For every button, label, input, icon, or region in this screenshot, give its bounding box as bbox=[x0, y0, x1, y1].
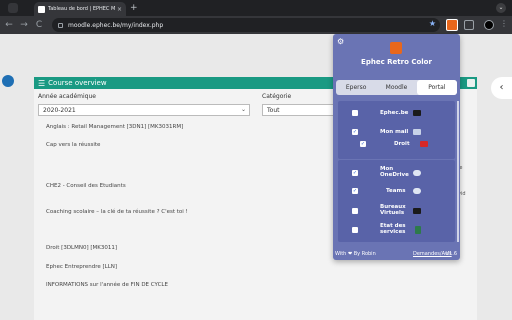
hamburger-icon[interactable]: ☰ bbox=[38, 79, 45, 88]
ephec-logo-icon bbox=[390, 42, 402, 54]
url-text: moodle.ephec.be/my/index.php bbox=[68, 21, 164, 29]
category-label: Catégorie bbox=[262, 93, 292, 100]
tab-moodle[interactable]: Moodle bbox=[376, 80, 416, 95]
service-label: Mon mail bbox=[380, 129, 409, 135]
tab-close-icon[interactable]: × bbox=[117, 6, 122, 13]
scrollbar[interactable] bbox=[457, 101, 459, 242]
favicon-icon bbox=[38, 5, 45, 13]
monitor-icon bbox=[413, 110, 421, 116]
category-select-value: Tout bbox=[267, 107, 280, 114]
folder-icon bbox=[420, 141, 428, 147]
course-link[interactable]: Cap vers la réussite bbox=[46, 142, 100, 148]
browser-tab[interactable]: Tableau de bord | EPHEC Mo × bbox=[34, 2, 126, 16]
course-link[interactable]: Coaching scolaire – la clé de ta réussit… bbox=[46, 209, 188, 215]
year-label: Année académique bbox=[38, 93, 96, 100]
new-tab-button[interactable]: + bbox=[130, 2, 138, 14]
block-toggle-icon[interactable] bbox=[467, 79, 475, 87]
checkbox[interactable] bbox=[352, 110, 358, 116]
back-button[interactable]: ← bbox=[3, 20, 15, 30]
category-select[interactable]: Tout bbox=[262, 104, 342, 116]
checkbox[interactable]: ✓ bbox=[352, 170, 358, 176]
home-icon[interactable] bbox=[2, 75, 14, 87]
browser-tab-bar: Tableau de bord | EPHEC Mo × + ⌄ bbox=[0, 0, 512, 16]
address-bar[interactable]: moodle.ephec.be/my/index.php ★ bbox=[52, 18, 440, 32]
forward-button[interactable]: → bbox=[18, 20, 30, 30]
tab-search-icon[interactable] bbox=[8, 3, 18, 13]
browser-menu-icon[interactable]: ⋮ bbox=[500, 19, 508, 28]
checkbox[interactable]: ✓ bbox=[352, 129, 358, 135]
service-label: Droit bbox=[394, 141, 410, 147]
checkbox[interactable]: ✓ bbox=[352, 188, 358, 194]
course-link[interactable]: CHE2 - Conseil des Etudiants bbox=[46, 183, 126, 189]
service-group: Ephec.be ✓ Mon mail ✓ Droit bbox=[338, 101, 455, 159]
service-group: ✓ Mon OneDrive ✓ Teams Bureaux Virtuels … bbox=[338, 160, 455, 242]
popup-title: Ephec Retro Color bbox=[361, 58, 432, 66]
chat-icon bbox=[413, 188, 421, 194]
chevron-down-icon: ⌄ bbox=[240, 106, 246, 113]
tab-eperso[interactable]: Eperso bbox=[336, 80, 376, 95]
reload-button[interactable]: C bbox=[33, 20, 45, 30]
course-link[interactable]: Droit [3DLMN0] [MK3011] bbox=[46, 245, 117, 251]
service-label: Bureaux Virtuels bbox=[380, 204, 406, 216]
status-chart-icon bbox=[415, 226, 421, 234]
service-label: Ephec.be bbox=[380, 110, 409, 116]
year-select[interactable]: 2020-2021 ⌄ bbox=[38, 104, 250, 116]
chevron-down-icon[interactable]: ⌄ bbox=[496, 3, 506, 13]
gear-icon[interactable]: ⚙ bbox=[337, 37, 344, 46]
version-label: V1.6 bbox=[445, 251, 457, 257]
profile-avatar[interactable] bbox=[484, 20, 494, 30]
tab-portal[interactable]: Portal bbox=[416, 80, 457, 95]
course-link[interactable]: Anglais : Retail Management [3DN1] [MK30… bbox=[46, 124, 183, 130]
extension-popup: ⚙ Ephec Retro Color Eperso Moodle Portal… bbox=[333, 34, 460, 260]
checkbox[interactable] bbox=[352, 208, 358, 214]
footer-credit: With ❤ By Robin bbox=[335, 251, 376, 257]
service-label: Etat des services bbox=[380, 223, 406, 235]
course-overview-title: Course overview bbox=[48, 79, 107, 87]
bookmark-star-icon[interactable]: ★ bbox=[429, 19, 436, 28]
extensions-icon[interactable] bbox=[464, 20, 474, 30]
popup-tabs: Eperso Moodle Portal bbox=[336, 80, 457, 95]
window-controls: ⌄ bbox=[496, 3, 506, 13]
service-label: Teams bbox=[386, 188, 406, 194]
service-label: Mon OneDrive bbox=[380, 166, 409, 178]
checkbox[interactable]: ✓ bbox=[360, 141, 366, 147]
monitor-icon bbox=[413, 208, 421, 214]
drawer-toggle-button[interactable]: ‹ bbox=[491, 77, 512, 99]
site-info-icon[interactable] bbox=[58, 22, 63, 28]
course-link[interactable]: INFORMATIONS sur l'année de FIN DE CYCLE bbox=[46, 282, 168, 288]
tab-title: Tableau de bord | EPHEC Mo bbox=[48, 6, 115, 12]
ephec-extension-icon[interactable] bbox=[446, 19, 458, 31]
course-link[interactable]: Ephec Entreprendre [LLN] bbox=[46, 264, 117, 270]
mail-icon bbox=[413, 129, 421, 135]
browser-toolbar: ← → C moodle.ephec.be/my/index.php ★ bbox=[0, 16, 512, 34]
year-select-value: 2020-2021 bbox=[43, 107, 76, 114]
checkbox[interactable] bbox=[352, 227, 358, 233]
cloud-icon bbox=[413, 170, 421, 176]
